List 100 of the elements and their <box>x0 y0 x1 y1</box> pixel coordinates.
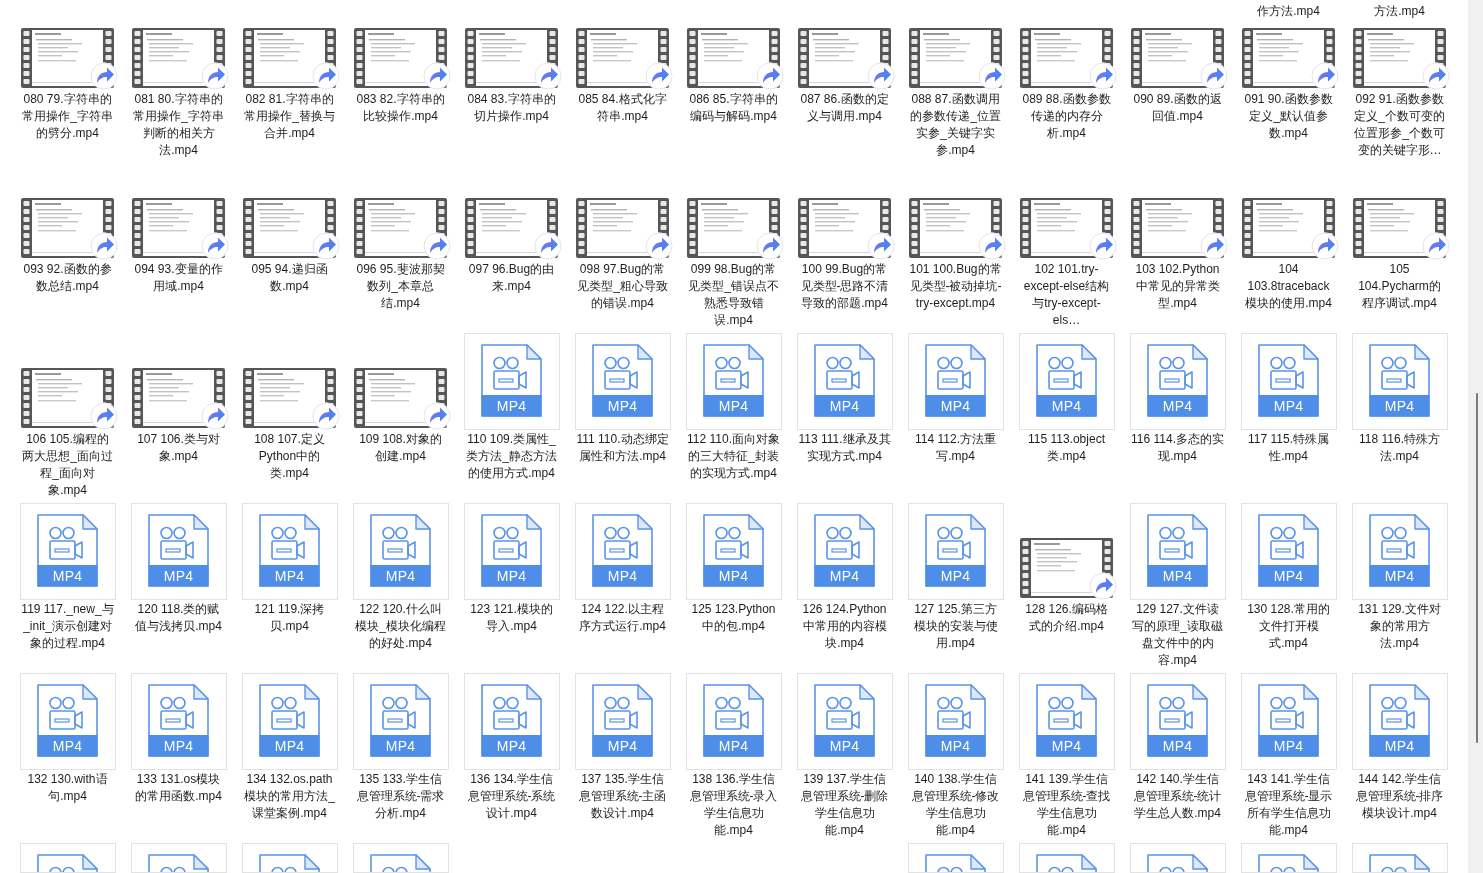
vertical-scrollbar[interactable] <box>1468 0 1483 873</box>
file-name-label[interactable]: 094 93.变量的作用域.mp4 <box>132 261 225 295</box>
video-thumbnail-drawing[interactable] <box>798 198 891 258</box>
file-name-label[interactable]: 083 82.字符串的比较操作.mp4 <box>354 91 447 125</box>
file-icon-tile[interactable] <box>241 843 338 873</box>
file-name-label[interactable]: 088 87.函数调用的参数传递_位置实参_关键字实参.mp4 <box>909 91 1002 159</box>
video-thumbnail-drawing[interactable] <box>354 368 447 428</box>
file-name-label[interactable]: 100 99.Bug的常见类型-思路不清导致的部题.mp4 <box>798 261 891 312</box>
video-thumbnail-drawing[interactable] <box>132 198 225 258</box>
file-name-label[interactable]: 143 141.学生信息管理系统-显示所有学生信息功能.mp4 <box>1242 771 1335 839</box>
file-icon-tile[interactable] <box>1240 843 1337 873</box>
video-thumbnail-drawing[interactable] <box>243 198 336 258</box>
file-name-label[interactable]: 144 142.学生信息管理系统-排序模块设计.mp4 <box>1353 771 1446 822</box>
file-name-label[interactable]: 096 95.斐波那契数列_本章总结.mp4 <box>354 261 447 312</box>
file-name-label[interactable]: 095 94.递归函数.mp4 <box>243 261 336 295</box>
file-name-label[interactable]: 116 114.多态的实现.mp4 <box>1131 431 1224 465</box>
file-name-label[interactable]: 119 117._new_与_init_演示创建对象的过程.mp4 <box>21 601 114 652</box>
video-thumbnail-drawing[interactable] <box>21 368 114 428</box>
file-name-label[interactable]: 127 125.第三方模块的安装与使用.mp4 <box>909 601 1002 652</box>
file-name-label[interactable]: 113 111.继承及其实现方式.mp4 <box>798 431 891 465</box>
file-name-label[interactable]: 137 135.学生信息管理系统-主函数设计.mp4 <box>576 771 669 822</box>
file-name-label[interactable]: 105 104.Pycharm的程序调试.mp4 <box>1353 261 1446 312</box>
file-name-label[interactable]: 作方法.mp4 <box>1242 0 1335 20</box>
file-name-label[interactable]: 111 110.动态绑定属性和方法.mp4 <box>576 431 669 465</box>
file-name-label[interactable]: 098 97.Bug的常见类型_粗心导致的错误.mp4 <box>576 261 669 312</box>
file-name-label[interactable]: 097 96.Bug的由来.mp4 <box>465 261 558 295</box>
video-thumbnail-drawing[interactable] <box>687 28 780 88</box>
file-name-label[interactable]: 106 105.编程的两大思想_面向过程_面向对象.mp4 <box>21 431 114 499</box>
file-name-label[interactable]: 132 130.with语句.mp4 <box>21 771 114 805</box>
file-name-label[interactable]: 109 108.对象的创建.mp4 <box>354 431 447 465</box>
file-name-label[interactable]: 101 100.Bug的常见类型-被动掉坑-try-except.mp4 <box>909 261 1002 312</box>
video-thumbnail-drawing[interactable] <box>909 28 1002 88</box>
video-thumbnail-drawing[interactable] <box>909 198 1002 258</box>
file-name-label[interactable]: 140 138.学生信息管理系统-修改学生信息功能.mp4 <box>909 771 1002 839</box>
file-name-label[interactable]: 136 134.学生信息管理系统-系统设计.mp4 <box>465 771 558 822</box>
video-thumbnail-drawing[interactable] <box>354 198 447 258</box>
file-icon-tile[interactable] <box>19 843 116 873</box>
video-thumbnail-drawing[interactable] <box>687 198 780 258</box>
file-name-label[interactable]: 120 118.类的赋值与浅拷贝.mp4 <box>132 601 225 635</box>
video-thumbnail-drawing[interactable] <box>1131 28 1224 88</box>
file-name-label[interactable]: 086 85.字符串的编码与解码.mp4 <box>687 91 780 125</box>
video-thumbnail-drawing[interactable] <box>1242 28 1335 88</box>
file-icon-tile[interactable] <box>1351 843 1448 873</box>
file-name-label[interactable]: 141 139.学生信息管理系统-查找学生信息功能.mp4 <box>1020 771 1113 839</box>
file-name-label[interactable]: 126 124.Python中常用的内容模块.mp4 <box>798 601 891 652</box>
video-thumbnail-drawing[interactable] <box>1131 198 1224 258</box>
file-name-label[interactable]: 104 103.8traceback模块的使用.mp4 <box>1242 261 1335 312</box>
video-thumbnail-drawing[interactable] <box>21 198 114 258</box>
file-name-label[interactable]: 107 106.类与对象.mp4 <box>132 431 225 465</box>
file-name-label[interactable]: 122 120.什么叫模块_模块化编程的好处.mp4 <box>354 601 447 652</box>
file-name-label[interactable]: 130 128.常用的文件打开模式.mp4 <box>1242 601 1335 652</box>
video-thumbnail-drawing[interactable] <box>243 28 336 88</box>
file-icon-tile[interactable] <box>130 843 227 873</box>
file-name-label[interactable]: 115 113.object类.mp4 <box>1020 431 1113 465</box>
file-name-label[interactable]: 081 80.字符串的常用操作_字符串判断的相关方法.mp4 <box>132 91 225 159</box>
file-name-label[interactable]: 117 115.特殊属性.mp4 <box>1242 431 1335 465</box>
file-name-label[interactable]: 133 131.os模块的常用函数.mp4 <box>132 771 225 805</box>
file-icon-tile[interactable] <box>1129 843 1226 873</box>
file-name-label[interactable]: 110 109.类属性_类方法_静态方法的使用方式.mp4 <box>465 431 558 482</box>
file-name-label[interactable]: 方法.mp4 <box>1353 0 1446 20</box>
file-name-label[interactable]: 108 107.定义Python中的类.mp4 <box>243 431 336 482</box>
file-name-label[interactable]: 128 126.编码格式的介绍.mp4 <box>1020 601 1113 635</box>
file-icon-tile[interactable] <box>1018 843 1115 873</box>
video-thumbnail-drawing[interactable] <box>132 28 225 88</box>
file-name-label[interactable]: 089 88.函数参数传递的内存分析.mp4 <box>1020 91 1113 142</box>
video-thumbnail-drawing[interactable] <box>1353 198 1446 258</box>
file-name-label[interactable]: 142 140.学生信息管理系统-统计学生总人数.mp4 <box>1131 771 1224 822</box>
file-name-label[interactable]: 139 137.学生信息管理系统-删除学生信息功能.mp4 <box>798 771 891 839</box>
file-name-label[interactable]: 087 86.函数的定义与调用.mp4 <box>798 91 891 125</box>
file-name-label[interactable]: 080 79.字符串的常用操作_字符串的劈分.mp4 <box>21 91 114 142</box>
video-thumbnail-drawing[interactable] <box>21 28 114 88</box>
file-name-label[interactable]: 085 84.格式化字符串.mp4 <box>576 91 669 125</box>
video-thumbnail-drawing[interactable] <box>465 198 558 258</box>
scrollbar-thumb[interactable] <box>1476 393 1478 743</box>
file-name-label[interactable]: 138 136.学生信息管理系统-录入学生信息功能.mp4 <box>687 771 780 839</box>
file-name-label[interactable]: 082 81.字符串的常用操作_替换与合并.mp4 <box>243 91 336 142</box>
video-thumbnail-drawing[interactable] <box>1020 198 1113 258</box>
video-thumbnail-drawing[interactable] <box>798 28 891 88</box>
video-thumbnail-drawing[interactable] <box>1242 198 1335 258</box>
file-name-label[interactable]: 112 110.面向对象的三大特征_封装的实现方式.mp4 <box>687 431 780 482</box>
video-thumbnail-drawing[interactable] <box>1020 538 1113 598</box>
video-thumbnail-drawing[interactable] <box>576 198 669 258</box>
file-name-label[interactable]: 114 112.方法重写.mp4 <box>909 431 1002 465</box>
video-thumbnail-drawing[interactable] <box>465 28 558 88</box>
video-thumbnail-drawing[interactable] <box>243 368 336 428</box>
file-name-label[interactable]: 125 123.Python中的包.mp4 <box>687 601 780 635</box>
file-icon-tile[interactable] <box>352 843 449 873</box>
file-name-label[interactable]: 123 121.模块的导入.mp4 <box>465 601 558 635</box>
file-name-label[interactable]: 131 129.文件对象的常用方法.mp4 <box>1353 601 1446 652</box>
file-name-label[interactable]: 091 90.函数参数定义_默认值参数.mp4 <box>1242 91 1335 142</box>
file-name-label[interactable]: 092 91.函数参数定义_个数可变的位置形参_个数可变的关键字形… <box>1353 91 1446 159</box>
file-name-label[interactable]: 121 119.深拷贝.mp4 <box>243 601 336 635</box>
file-name-label[interactable]: 134 132.os.path模块的常用方法_课堂案例.mp4 <box>243 771 336 822</box>
file-icon-tile[interactable] <box>907 843 1004 873</box>
file-name-label[interactable]: 099 98.Bug的常见类型_错误点不熟悉导致错误.mp4 <box>687 261 780 329</box>
file-name-label[interactable]: 093 92.函数的参数总结.mp4 <box>21 261 114 295</box>
file-name-label[interactable]: 129 127.文件读写的原理_读取磁盘文件中的内容.mp4 <box>1131 601 1224 669</box>
file-name-label[interactable]: 103 102.Python中常见的异常类型.mp4 <box>1131 261 1224 312</box>
video-thumbnail-drawing[interactable] <box>132 368 225 428</box>
video-thumbnail-drawing[interactable] <box>1020 28 1113 88</box>
